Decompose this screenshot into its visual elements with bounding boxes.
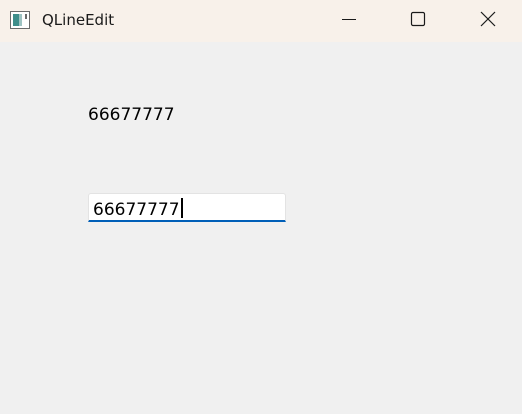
app-icon [10, 11, 30, 29]
mirror-label: 66677777 [88, 105, 175, 125]
main-window: QLineEdit 66677777 66677777 [0, 0, 522, 414]
window-title: QLineEdit [42, 11, 115, 29]
close-icon [480, 11, 496, 31]
maximize-icon [410, 11, 426, 31]
maximize-button[interactable] [395, 0, 441, 42]
title-bar[interactable]: QLineEdit [0, 0, 522, 42]
minimize-button[interactable] [326, 0, 372, 42]
line-edit-text: 66677777 [93, 200, 180, 220]
text-caret [180, 198, 183, 218]
minimize-icon [341, 11, 357, 31]
line-edit-value: 66677777 [93, 198, 183, 221]
line-edit-input[interactable]: 66677777 [88, 193, 286, 222]
close-button[interactable] [465, 0, 511, 42]
